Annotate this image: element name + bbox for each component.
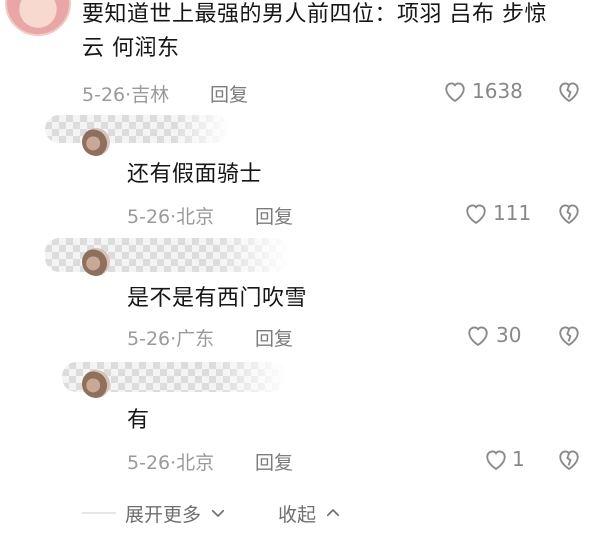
reply-button[interactable]: 回复: [255, 324, 293, 351]
avatar[interactable]: [82, 248, 110, 276]
collapse-label: 收起: [278, 504, 317, 526]
chevron-down-icon: [209, 504, 227, 527]
reply-text: 还有假面骑士: [127, 162, 263, 187]
comment-meta: 5-26·吉林: [82, 80, 169, 107]
like-count: 30: [496, 323, 522, 347]
comment-meta: 5-26·北京: [127, 448, 214, 475]
avatar[interactable]: [82, 128, 110, 156]
comment-text-line: 云 何润东: [82, 36, 180, 61]
username-redacted: [45, 238, 290, 272]
dislike-button[interactable]: [555, 199, 583, 227]
comment-meta: 5-26·北京: [127, 202, 214, 229]
reply-button[interactable]: 回复: [255, 448, 293, 475]
comment-date: 5-26: [127, 328, 171, 350]
heart-outline-icon: [462, 199, 490, 227]
like-button[interactable]: [464, 321, 492, 349]
broken-heart-icon: [555, 77, 583, 105]
comment-location: 吉林: [131, 84, 170, 106]
comment-date: 5-26: [82, 84, 126, 106]
expand-more-label: 展开更多: [125, 504, 202, 526]
chevron-up-icon: [324, 504, 342, 527]
like-count: 1638: [472, 79, 523, 103]
comment-location: 北京: [176, 452, 215, 474]
like-button[interactable]: [441, 77, 469, 105]
avatar[interactable]: [82, 370, 110, 398]
dislike-button[interactable]: [555, 77, 583, 105]
heart-outline-icon: [482, 445, 510, 473]
like-button[interactable]: [462, 199, 490, 227]
like-count: 1: [512, 447, 525, 471]
comment-date: 5-26: [127, 452, 171, 474]
username-redacted: [45, 115, 230, 143]
expand-more-button[interactable]: 展开更多: [125, 500, 227, 527]
heart-outline-icon: [441, 77, 469, 105]
collapse-button[interactable]: 收起: [278, 500, 342, 527]
comment-text: 要知道世上最强的男人前四位：项羽 吕布 步惊 云 何润东: [82, 0, 597, 66]
heart-outline-icon: [464, 321, 492, 349]
dislike-button[interactable]: [555, 321, 583, 349]
dislike-button[interactable]: [555, 445, 583, 473]
avatar[interactable]: [5, 0, 71, 36]
footer-divider: [82, 512, 116, 514]
comment-location: 北京: [176, 206, 215, 228]
comment-date: 5-26: [127, 206, 171, 228]
comment-meta: 5-26·广东: [127, 324, 214, 351]
reply-text: 是不是有西门吹雪: [127, 286, 308, 311]
broken-heart-icon: [555, 199, 583, 227]
reply-button[interactable]: 回复: [210, 80, 248, 107]
reply-button[interactable]: 回复: [255, 202, 293, 229]
comment-location: 广东: [176, 328, 215, 350]
reply-text: 有: [127, 408, 150, 433]
like-count: 111: [493, 201, 532, 225]
broken-heart-icon: [555, 445, 583, 473]
like-button[interactable]: [482, 445, 510, 473]
broken-heart-icon: [555, 321, 583, 349]
comment-text-line: 要知道世上最强的男人前四位：项羽 吕布 步惊: [82, 2, 547, 27]
